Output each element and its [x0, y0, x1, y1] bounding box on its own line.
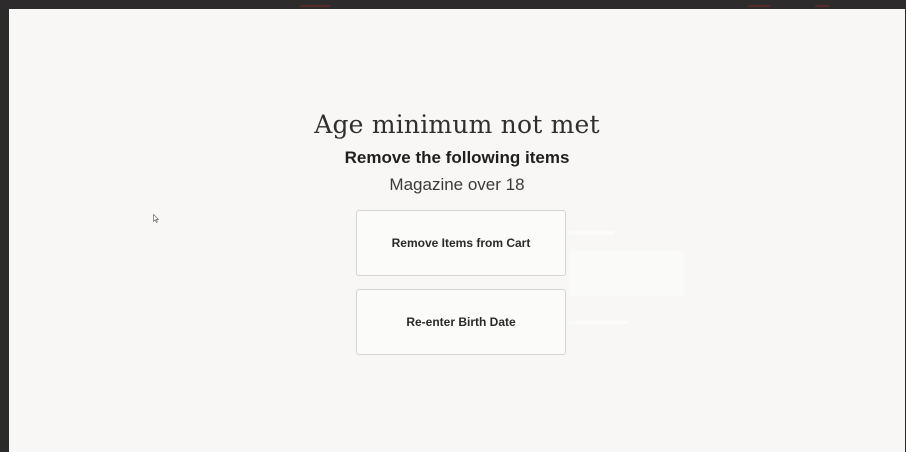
dialog-subtitle: Remove the following items	[344, 148, 570, 167]
remove-items-button[interactable]: Remove Items from Cart	[356, 210, 566, 276]
age-minimum-dialog: Age minimum not met Remove the following…	[9, 9, 905, 452]
age-verification-screen: Age minimum not met Remove the following…	[9, 9, 905, 452]
reenter-birth-date-button[interactable]: Re-enter Birth Date	[356, 289, 566, 355]
top-bar-accent	[300, 5, 330, 7]
mouse-pointer-icon	[153, 214, 159, 223]
dialog-title: Age minimum not met	[314, 110, 600, 139]
app-window: Age minimum not met Remove the following…	[0, 0, 906, 452]
top-bar-accent	[748, 5, 770, 7]
top-bar-accent	[815, 5, 829, 7]
restricted-item: Magazine over 18	[389, 175, 525, 194]
window-top-bar	[0, 0, 906, 9]
